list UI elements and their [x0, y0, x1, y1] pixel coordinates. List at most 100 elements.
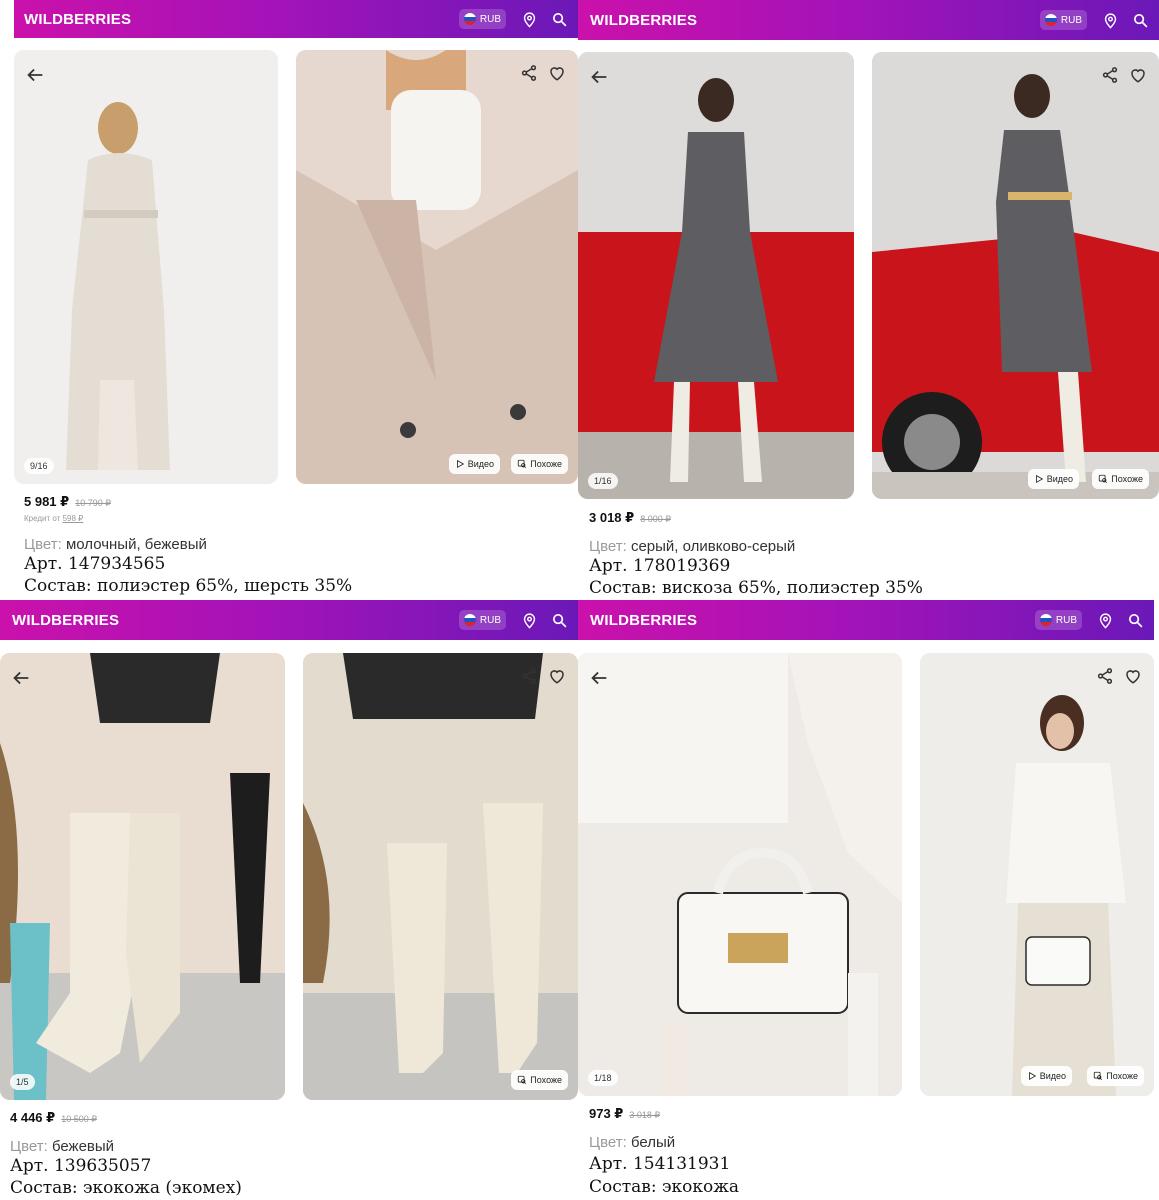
- currency-selector[interactable]: RUB: [458, 9, 506, 29]
- photo-counter: 1/18: [588, 1070, 618, 1086]
- similar-chip[interactable]: Похоже: [511, 454, 568, 474]
- color-value: серый, оливково-серый: [630, 538, 796, 555]
- product-photo-dress-car[interactable]: Видео Похоже: [872, 52, 1159, 499]
- price-row: 5 981 ₽ 10 790 ₽: [24, 494, 111, 510]
- article-number: Арт. 147934565: [24, 554, 166, 574]
- composition: Состав: вискоза 65%, полиэстер 35%: [589, 578, 923, 598]
- color-value: молочный, бежевый: [65, 536, 207, 553]
- color-label: Цвет:: [24, 536, 62, 553]
- product-photo-bag-model[interactable]: Видео Похоже: [920, 653, 1154, 1096]
- similar-icon: [518, 459, 527, 469]
- color-value: бежевый: [51, 1138, 115, 1155]
- product-photo-coat-back[interactable]: 9/16: [14, 50, 278, 484]
- product-photo-boots-side[interactable]: 1/5: [0, 653, 285, 1100]
- product-card-dress: WILDBERRIES RUB 1/16 Видео Похоже 3 018 …: [578, 0, 1159, 600]
- price: 4 446 ₽: [10, 1110, 56, 1125]
- similar-chip[interactable]: Похоже: [1087, 1066, 1144, 1086]
- currency-label: RUB: [1060, 14, 1082, 26]
- photo-counter: 1/5: [10, 1074, 35, 1090]
- app-header: WILDBERRIES RUB: [14, 0, 578, 38]
- old-price: 10 500 ₽: [61, 1114, 97, 1124]
- heart-icon[interactable]: [1129, 66, 1147, 84]
- price: 5 981 ₽: [24, 494, 70, 509]
- color-label: Цвет:: [589, 538, 627, 555]
- search-icon[interactable]: [550, 10, 568, 28]
- russia-flag-icon: [1039, 614, 1052, 626]
- app-header: WILDBERRIES RUB: [578, 0, 1159, 40]
- video-chip-label: Видео: [467, 459, 494, 469]
- composition: Состав: экокожа: [589, 1177, 740, 1197]
- video-chip-label: Видео: [1039, 1071, 1066, 1081]
- color-line: Цвет: белый: [589, 1134, 675, 1151]
- product-photo-dress-front[interactable]: 1/16: [578, 52, 854, 499]
- old-price: 3 018 ₽: [629, 1110, 661, 1120]
- currency-label: RUB: [479, 13, 501, 25]
- photo-counter: 1/16: [588, 473, 618, 489]
- heart-icon[interactable]: [548, 667, 566, 685]
- russia-flag-icon: [1044, 14, 1057, 26]
- search-icon[interactable]: [550, 611, 568, 629]
- composition: Состав: полиэстер 65%, шерсть 35%: [24, 576, 353, 596]
- currency-label: RUB: [1055, 614, 1077, 626]
- russia-flag-icon: [463, 13, 476, 25]
- currency-label: RUB: [479, 614, 501, 626]
- color-line: Цвет: серый, оливково-серый: [589, 538, 795, 555]
- play-icon: [1028, 1071, 1036, 1081]
- location-pin-icon[interactable]: [520, 611, 538, 629]
- share-icon[interactable]: [1101, 66, 1119, 84]
- wildberries-logo[interactable]: WILDBERRIES: [10, 612, 459, 629]
- wildberries-logo[interactable]: WILDBERRIES: [588, 612, 1035, 629]
- video-chip-label: Видео: [1046, 474, 1073, 484]
- product-card-boots: WILDBERRIES RUB 1/5 Похоже 4 446 ₽ 10 50…: [0, 600, 578, 1200]
- back-arrow-icon[interactable]: [588, 667, 610, 689]
- location-pin-icon[interactable]: [1096, 611, 1114, 629]
- play-icon: [456, 459, 464, 469]
- back-arrow-icon[interactable]: [24, 64, 46, 86]
- location-pin-icon[interactable]: [520, 10, 538, 28]
- article-number: Арт. 154131931: [589, 1154, 731, 1174]
- app-header: WILDBERRIES RUB: [0, 600, 578, 640]
- article-number: Арт. 178019369: [589, 556, 731, 576]
- product-photo-coat-detail[interactable]: Видео Похоже: [296, 50, 578, 484]
- share-icon[interactable]: [520, 667, 538, 685]
- video-chip[interactable]: Видео: [1027, 469, 1079, 489]
- photo-counter: 9/16: [24, 458, 54, 474]
- share-icon[interactable]: [520, 64, 538, 82]
- heart-icon[interactable]: [548, 64, 566, 82]
- heart-icon[interactable]: [1124, 667, 1142, 685]
- credit-offer[interactable]: Кредит от 598 ₽: [24, 514, 83, 523]
- color-label: Цвет:: [589, 1134, 627, 1151]
- color-line: Цвет: молочный, бежевый: [24, 536, 207, 553]
- search-icon[interactable]: [1126, 611, 1144, 629]
- currency-selector[interactable]: RUB: [1034, 610, 1082, 630]
- similar-icon: [1094, 1071, 1103, 1081]
- similar-chip[interactable]: Похоже: [511, 1070, 568, 1090]
- wildberries-logo[interactable]: WILDBERRIES: [588, 12, 1040, 29]
- color-line: Цвет: бежевый: [10, 1138, 114, 1155]
- currency-selector[interactable]: RUB: [458, 610, 506, 630]
- color-value: белый: [630, 1134, 676, 1151]
- price-row: 973 ₽ 3 018 ₽: [589, 1106, 660, 1122]
- share-icon[interactable]: [1096, 667, 1114, 685]
- product-photo-bag-closeup[interactable]: 1/18: [578, 653, 902, 1096]
- wildberries-logo[interactable]: WILDBERRIES: [24, 11, 459, 28]
- location-pin-icon[interactable]: [1101, 11, 1119, 29]
- credit-value: 598 ₽: [62, 514, 84, 523]
- old-price: 8 000 ₽: [640, 514, 671, 524]
- currency-selector[interactable]: RUB: [1039, 10, 1087, 30]
- product-card-bag: WILDBERRIES RUB 1/18 Видео Похоже 973 ₽ …: [578, 600, 1159, 1200]
- similar-chip[interactable]: Похоже: [1092, 469, 1149, 489]
- product-photo-boots-back[interactable]: Похоже: [303, 653, 578, 1100]
- russia-flag-icon: [463, 614, 476, 626]
- back-arrow-icon[interactable]: [10, 667, 32, 689]
- video-chip[interactable]: Видео: [1020, 1066, 1072, 1086]
- play-icon: [1035, 474, 1043, 484]
- back-arrow-icon[interactable]: [588, 66, 610, 88]
- price-row: 4 446 ₽ 10 500 ₽: [10, 1110, 97, 1126]
- old-price: 10 790 ₽: [75, 498, 111, 508]
- video-chip[interactable]: Видео: [448, 454, 500, 474]
- similar-icon: [1099, 474, 1108, 484]
- search-icon[interactable]: [1131, 11, 1149, 29]
- price-row: 3 018 ₽ 8 000 ₽: [589, 510, 671, 526]
- product-card-coat: WILDBERRIES RUB 9/16 Видео Похоже 5 981 …: [14, 0, 578, 600]
